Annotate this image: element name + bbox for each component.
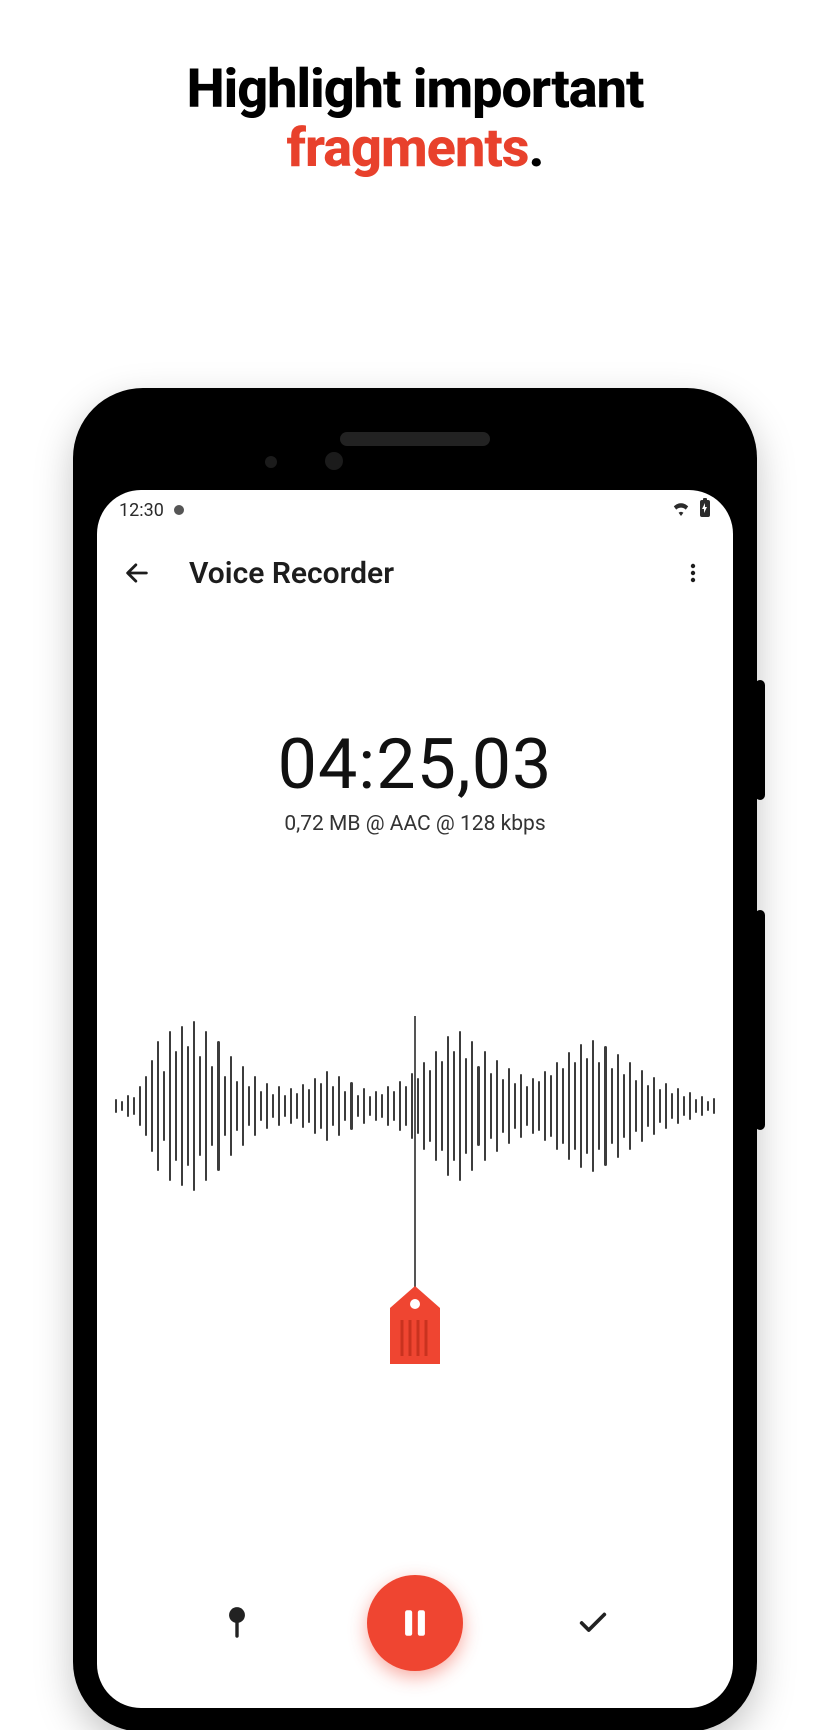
device-power-button (755, 680, 765, 800)
headline-line1: Highlight important (187, 58, 644, 121)
done-button[interactable] (563, 1593, 623, 1653)
recording-meta: 0,72 MB @ AAC @ 128 kbps (97, 812, 733, 836)
device-frame: 12:30 Voice Recorder (75, 390, 755, 1730)
fragment-tag-marker[interactable] (380, 1286, 450, 1380)
headline-punct: . (528, 117, 543, 180)
device-sensor (265, 456, 277, 468)
arrow-left-icon (123, 559, 151, 587)
device-camera (325, 452, 343, 470)
timer-block: 04:25,03 0,72 MB @ AAC @ 128 kbps (97, 724, 733, 836)
check-icon (576, 1606, 610, 1640)
battery-charging-icon (699, 498, 711, 523)
promo-headline: Highlight important fragments. (0, 60, 830, 179)
add-marker-button[interactable] (207, 1593, 267, 1653)
pause-icon (398, 1606, 432, 1640)
overflow-menu-button[interactable] (669, 549, 717, 597)
app-bar: Voice Recorder (97, 530, 733, 616)
controls-bar (97, 1538, 733, 1708)
waveform-area[interactable] (97, 1016, 733, 1276)
page-title: Voice Recorder (189, 556, 394, 591)
status-notification-dot-icon (174, 505, 184, 515)
elapsed-time: 04:25,03 (97, 724, 733, 806)
device-speaker (340, 432, 490, 446)
pin-icon (224, 1606, 250, 1640)
device-volume-button (755, 910, 765, 1130)
screen: 12:30 Voice Recorder (97, 490, 733, 1708)
wifi-icon (671, 500, 691, 521)
headline-accent: fragments (287, 117, 529, 180)
status-time: 12:30 (119, 500, 164, 521)
playhead[interactable] (414, 1016, 416, 1316)
status-bar: 12:30 (97, 490, 733, 530)
back-button[interactable] (113, 549, 161, 597)
more-vertical-icon (681, 561, 705, 585)
tag-icon (380, 1286, 450, 1376)
pause-button[interactable] (367, 1575, 463, 1671)
